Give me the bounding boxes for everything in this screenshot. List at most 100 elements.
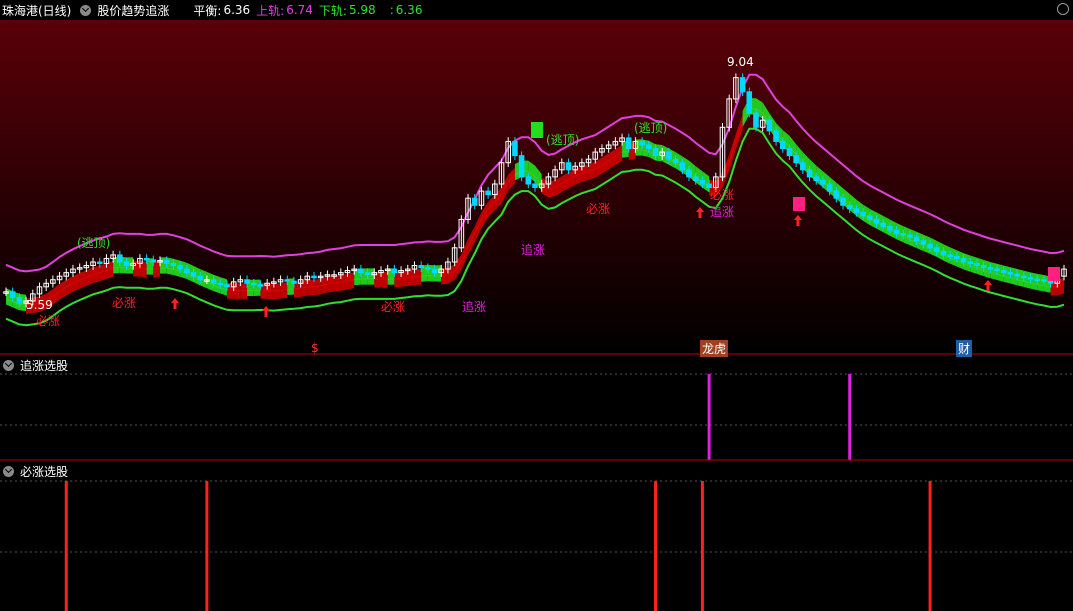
ribbon-segment [240, 283, 248, 299]
must-rise-label: 必涨 [586, 202, 611, 216]
candle-body [833, 190, 840, 199]
candle-body [250, 282, 257, 286]
candle-body [940, 250, 947, 256]
ribbon-segment [548, 180, 556, 198]
candle-body [485, 190, 491, 196]
candle-body [1041, 279, 1047, 282]
candle-body [123, 261, 130, 267]
ribbon-segment [314, 278, 321, 296]
candle-body [96, 261, 103, 264]
ribbon-segment [1030, 272, 1038, 291]
ribbon-segment [327, 275, 335, 293]
candle-body [431, 268, 438, 274]
candle-body [565, 162, 572, 171]
ribbon-segment [347, 272, 355, 290]
candle-body [170, 262, 177, 267]
candle-body [786, 148, 793, 157]
must-rise-label: 必涨 [112, 296, 137, 310]
candle-body [980, 265, 987, 269]
candle-body [813, 176, 820, 181]
balance-label: 平衡: [193, 3, 222, 18]
must-rise-label: 必涨 [710, 188, 735, 202]
candle-body [820, 179, 826, 185]
candle-body [686, 169, 692, 178]
ribbon-segment [153, 260, 161, 278]
escape-top-label: (逃顶) [546, 133, 580, 147]
ribbon-segment [1023, 270, 1031, 289]
ribbon-segment [86, 267, 94, 286]
candle-body [947, 254, 953, 257]
candle-body [150, 259, 157, 263]
candle-body [358, 268, 364, 274]
must-rise-label: 必涨 [381, 300, 406, 314]
ribbon-segment [581, 164, 589, 182]
candle-body [311, 275, 317, 279]
candle-body [746, 91, 753, 114]
candle-body [692, 176, 699, 181]
subpanel2-signals [64, 481, 932, 611]
candle-body [183, 268, 190, 274]
ribbon-segment [253, 279, 261, 297]
chevron-down-icon[interactable] [3, 359, 14, 371]
extra-value: 6.36 [395, 3, 423, 17]
signal-marker [793, 197, 805, 211]
candle-body [364, 272, 371, 276]
close-icon[interactable] [1057, 3, 1069, 15]
candle-body [518, 155, 525, 178]
stock-name[interactable]: 珠海港(日线) [2, 2, 71, 19]
candle-body [117, 254, 123, 263]
candle-body [893, 229, 900, 235]
event-marker-s[interactable]: $ [311, 341, 319, 355]
extra-label: : [389, 3, 394, 17]
candle-body [625, 137, 632, 150]
ribbon-segment [414, 269, 422, 285]
candle-body [1000, 270, 1007, 274]
ribbon-segment [441, 268, 448, 285]
candle-body [163, 260, 170, 264]
subpanel1-title[interactable]: 追涨选股 [20, 357, 68, 374]
ribbon-segment [1037, 273, 1044, 292]
candle-body [190, 272, 197, 277]
candle-body [244, 279, 250, 284]
candle-body [391, 268, 398, 274]
candle-body [217, 282, 224, 286]
chase-label: 追涨 [521, 243, 546, 257]
signal-marker [1048, 267, 1060, 281]
candle-body [652, 148, 659, 157]
chevron-down-icon[interactable] [3, 465, 14, 477]
high-price-label: 9.04 [727, 55, 754, 69]
indicator-name[interactable]: 股价趋势追涨 [97, 2, 169, 19]
ribbon-segment [394, 271, 402, 288]
chart-canvas [0, 20, 1073, 611]
candle-body [646, 144, 652, 150]
balance-value: 6.36 [223, 3, 251, 17]
ribbon-segment [72, 273, 80, 292]
subpanel2-title[interactable]: 必涨选股 [20, 463, 68, 480]
escape-top-label: (逃顶) [77, 236, 111, 250]
candle-body [739, 77, 746, 93]
candle-body [960, 257, 967, 263]
event-marker-longhu[interactable]: 龙虎 [700, 340, 729, 357]
subpanel1-header: 追涨选股 [0, 355, 74, 375]
candle-body [920, 240, 927, 245]
candle-body [987, 267, 994, 270]
ribbon-segment [280, 282, 288, 299]
ribbon-segment [434, 265, 442, 282]
event-marker-cai[interactable]: 财 [956, 340, 973, 357]
ribbon-segment [307, 279, 315, 296]
candle-body [1034, 278, 1041, 282]
candle-body [525, 176, 532, 185]
candle-body [16, 296, 23, 304]
chevron-down-icon[interactable] [80, 4, 92, 16]
ribbon-segment [166, 257, 174, 276]
candle-body [994, 268, 1000, 272]
candle-body [284, 279, 291, 282]
candle-body [766, 119, 773, 132]
ribbon-segment [334, 275, 341, 292]
candle-body [967, 261, 974, 264]
candle-body [666, 151, 672, 160]
candle-body [1027, 277, 1034, 280]
main-header: 珠海港(日线) 股价趋势追涨 平衡: 6.36 上轨: 6.74 下轨: 5.9… [0, 0, 428, 20]
candle-body [177, 265, 183, 270]
candle-body [867, 215, 873, 220]
